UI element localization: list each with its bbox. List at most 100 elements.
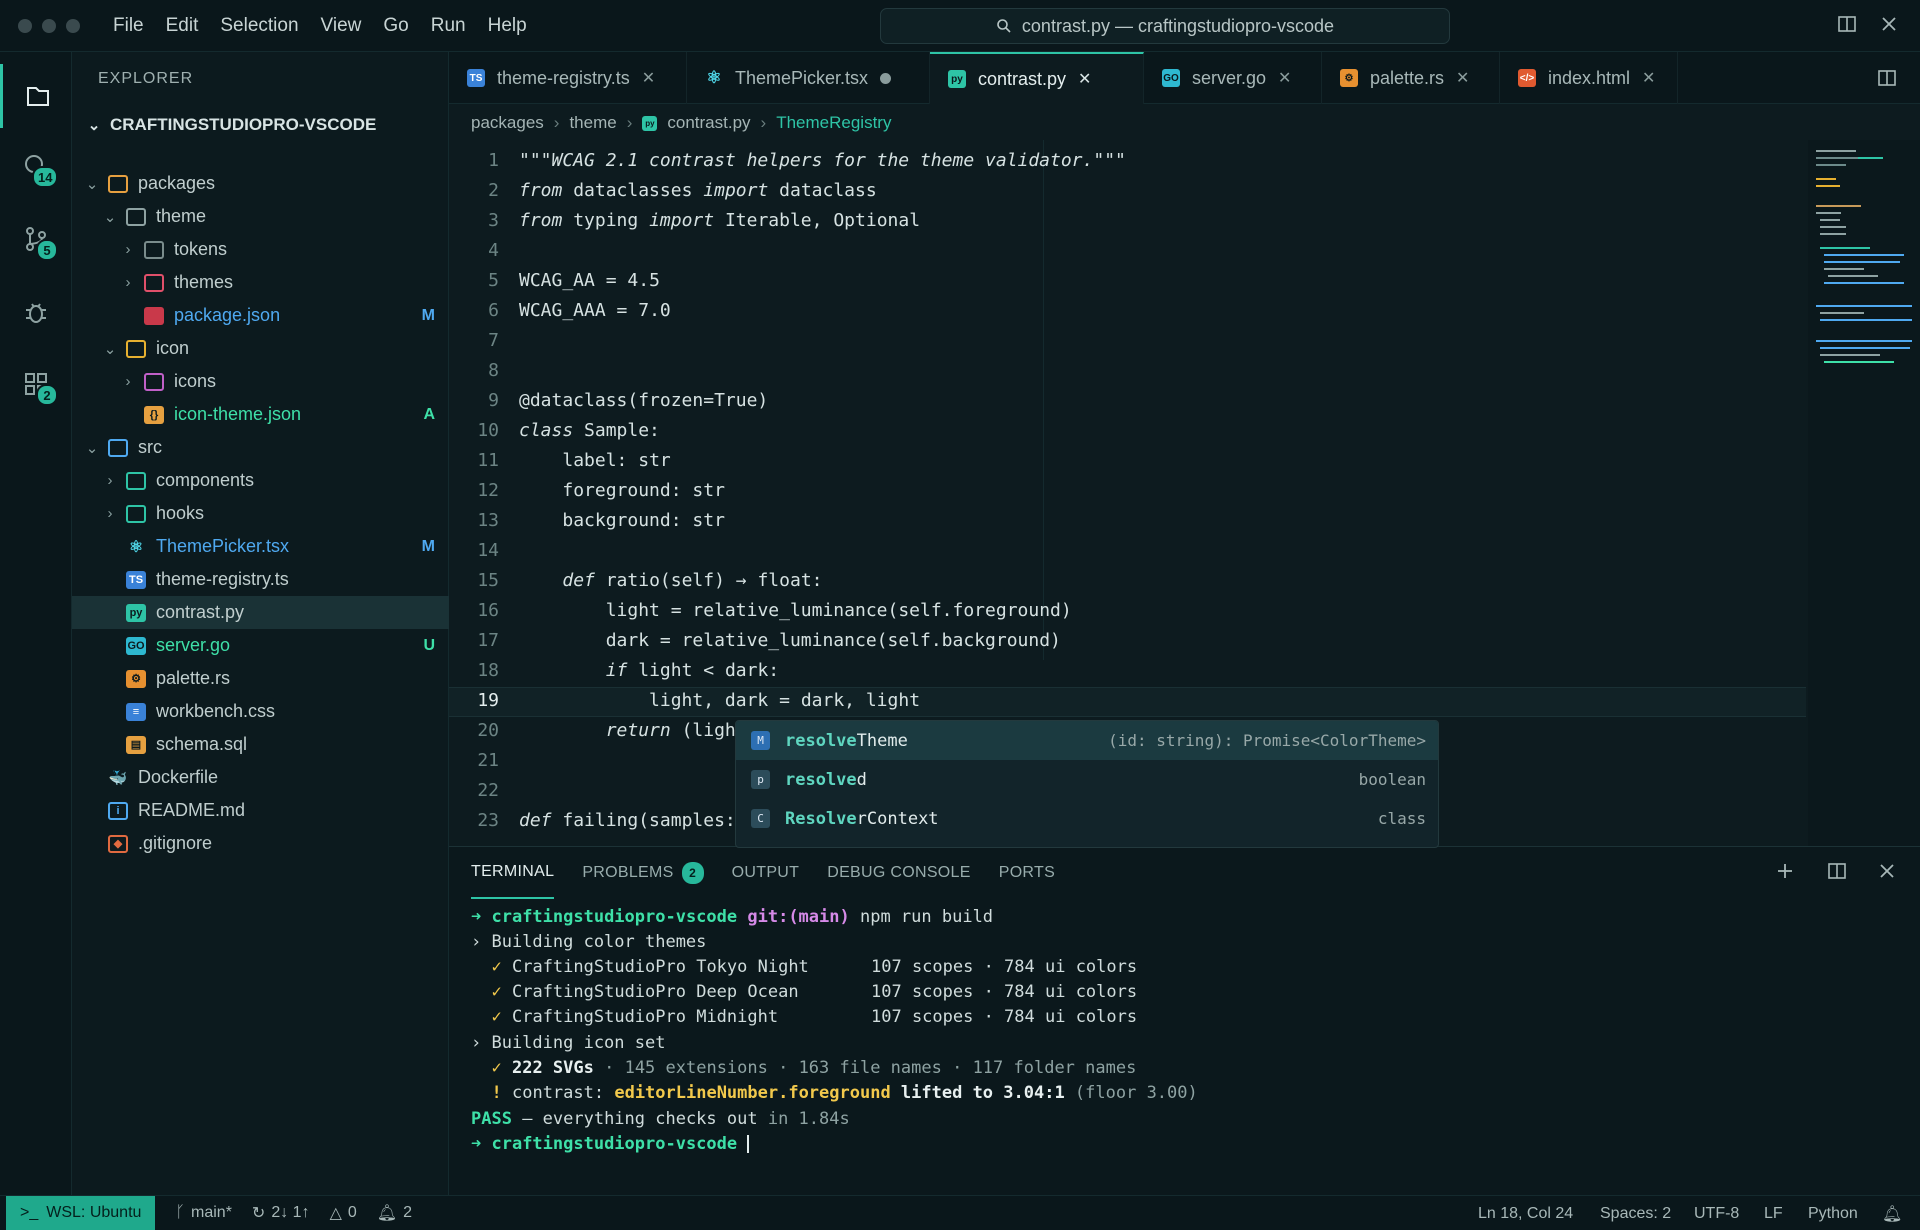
tree-file-theme-registry-ts[interactable]: TS theme-registry.ts <box>72 563 449 596</box>
chevron-right-icon: › <box>107 472 113 489</box>
breadcrumb-item[interactable]: theme <box>569 113 616 133</box>
command-center[interactable]: contrast.py — craftingstudiopro-vscode <box>880 8 1450 44</box>
bell-icon[interactable]: 🔔︎ <box>1882 1196 1902 1230</box>
git-status-badge: M <box>421 306 435 324</box>
search-activity[interactable]: 14 <box>0 134 72 198</box>
tree-folder-themes[interactable]: › themes <box>72 266 449 299</box>
tree-file-palette-rs[interactable]: ⚙ palette.rs <box>72 662 449 695</box>
split-terminal-icon[interactable] <box>1827 861 1847 881</box>
token: light <box>605 600 660 621</box>
tree-label: tokens <box>174 239 228 259</box>
prompt-branch: git:(main) <box>747 907 850 927</box>
language-mode[interactable]: Python <box>1808 1196 1858 1230</box>
tab-terminal[interactable]: TERMINAL <box>471 847 555 899</box>
encoding[interactable]: UTF-8 <box>1694 1196 1739 1230</box>
tab-contrast[interactable]: py contrast.py ✕ <box>930 52 1144 104</box>
tree-file-package-json[interactable]: package.json M <box>72 299 449 332</box>
split-editor-icon[interactable] <box>1877 68 1897 88</box>
suggestion-item[interactable]: p resolved boolean <box>736 760 1438 799</box>
cursor-position[interactable]: Ln 18, Col 24 <box>1478 1196 1573 1230</box>
tab-problems[interactable]: PROBLEMS 2 <box>582 847 704 899</box>
explorer-sidebar: EXPLORER ⌄ CRAFTINGSTUDIOPRO-VSCODE ⌄ pa… <box>72 52 449 1195</box>
toggle-panel-layout-icon[interactable] <box>1837 14 1857 34</box>
suggestion-detail: class <box>1377 809 1426 828</box>
notifications-status[interactable]: 🔔︎ 2 <box>377 1203 412 1223</box>
maximize-window-button[interactable] <box>66 18 80 33</box>
suggestion-item[interactable]: C ResolverContext class <box>736 799 1438 838</box>
unsaved-dot-icon[interactable] <box>880 72 892 84</box>
minimize-window-button[interactable] <box>42 18 56 33</box>
close-icon[interactable] <box>1880 15 1898 33</box>
tab-output[interactable]: OUTPUT <box>732 847 800 899</box>
extensions-activity[interactable]: 2 <box>0 352 72 416</box>
sync-status[interactable]: ↻ 2↓ 1↑ <box>252 1203 310 1223</box>
tree-folder-theme[interactable]: ⌄ theme <box>72 200 449 233</box>
explorer-activity[interactable] <box>0 64 72 128</box>
warning-key: editorLineNumber.foreground <box>614 1083 891 1103</box>
tree-file-icon-theme-json[interactable]: {} icon-theme.json A <box>72 398 449 431</box>
close-icon[interactable]: ✕ <box>642 68 655 88</box>
menu-go[interactable]: Go <box>372 0 419 52</box>
menu-run[interactable]: Run <box>420 0 477 52</box>
plus-icon[interactable] <box>1775 861 1795 881</box>
tree-label: icon <box>156 338 190 358</box>
breadcrumb-symbol[interactable]: ThemeRegistry <box>776 113 891 133</box>
token: Sample: <box>584 420 660 441</box>
debug-activity[interactable] <box>0 280 72 344</box>
git-branch-status[interactable]: ᚴ main* <box>175 1204 232 1222</box>
tree-folder-hooks[interactable]: › hooks <box>72 497 449 530</box>
tab-palette-rs[interactable]: ⚙ palette.rs ✕ <box>1322 52 1500 104</box>
tree-file-workbench-css[interactable]: ≡ workbench.css <box>72 695 449 728</box>
source-control-activity[interactable]: 5 <box>0 207 72 271</box>
tree-file-server-go[interactable]: GO server.go U <box>72 629 449 662</box>
remote-indicator[interactable]: >_ WSL: Ubuntu <box>6 1195 156 1230</box>
menu-help[interactable]: Help <box>477 0 538 52</box>
menu-view[interactable]: View <box>310 0 373 52</box>
tab-theme-registry[interactable]: TS theme-registry.ts ✕ <box>449 52 687 104</box>
tree-folder-packages[interactable]: ⌄ packages <box>72 167 449 200</box>
problems-badge: 2 <box>681 862 704 884</box>
close-window-button[interactable] <box>18 18 32 33</box>
suggestion-item[interactable]: M resolveTheme (id: string): Promise<Col… <box>736 721 1438 760</box>
tree-folder-icons[interactable]: › icons <box>72 365 449 398</box>
close-icon[interactable]: ✕ <box>1456 68 1469 88</box>
tree-file-themepicker-tsx[interactable]: ⚛ ThemePicker.tsx M <box>72 530 449 563</box>
tab-index-html[interactable]: </> index.html ✕ <box>1500 52 1678 104</box>
tree-file-readme-md[interactable]: i README.md <box>72 794 449 827</box>
tab-debug-console[interactable]: DEBUG CONSOLE <box>827 847 971 899</box>
close-icon[interactable] <box>1877 861 1897 881</box>
tree-folder-components[interactable]: › components <box>72 464 449 497</box>
menu-file[interactable]: File <box>102 0 155 52</box>
menu-edit[interactable]: Edit <box>155 0 210 52</box>
minimap[interactable] <box>1808 140 1920 846</box>
tree-folder-icon[interactable]: ⌄ icon <box>72 332 449 365</box>
breadcrumb-item[interactable]: contrast.py <box>667 113 750 133</box>
tree-folder-src[interactable]: ⌄ src <box>72 431 449 464</box>
suggestion-rest: d <box>856 769 867 790</box>
python-icon: py <box>948 70 966 88</box>
line-ending[interactable]: LF <box>1764 1196 1783 1230</box>
close-icon[interactable]: ✕ <box>1278 68 1291 88</box>
project-header[interactable]: ⌄ CRAFTINGSTUDIOPRO-VSCODE <box>72 108 449 142</box>
tree-file-gitignore[interactable]: ◆ .gitignore <box>72 827 449 860</box>
tree-file-dockerfile[interactable]: 🐳 Dockerfile <box>72 761 449 794</box>
close-icon[interactable]: ✕ <box>1642 68 1655 88</box>
indentation[interactable]: Spaces: 2 <box>1600 1196 1671 1230</box>
tree-file-contrast-py[interactable]: py contrast.py <box>72 596 449 629</box>
git-status-badge: M <box>421 537 435 555</box>
suggestion-rest: rContext <box>856 808 939 829</box>
tree-folder-tokens[interactable]: › tokens <box>72 233 449 266</box>
tab-server-go[interactable]: GO server.go ✕ <box>1144 52 1322 104</box>
close-icon[interactable]: ✕ <box>1078 69 1091 89</box>
breadcrumb-item[interactable]: packages <box>471 113 544 133</box>
tab-themepicker[interactable]: ⚛ ThemePicker.tsx <box>687 52 930 104</box>
problems-status[interactable]: △ 0 <box>330 1203 357 1223</box>
keyword: def <box>519 810 552 831</box>
chevron-down-icon: ⌄ <box>103 208 117 226</box>
menu-selection[interactable]: Selection <box>209 0 309 52</box>
tab-ports[interactable]: PORTS <box>999 847 1055 899</box>
react-icon: ⚛ <box>128 538 144 556</box>
tree-file-schema-sql[interactable]: ▤ schema.sql <box>72 728 449 761</box>
